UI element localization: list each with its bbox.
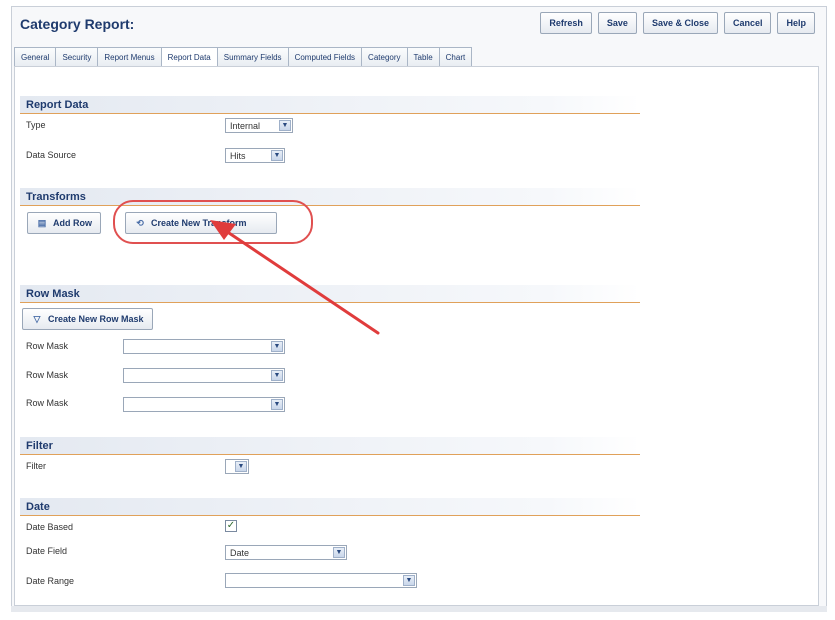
annotation-arrow-icon — [210, 220, 380, 335]
